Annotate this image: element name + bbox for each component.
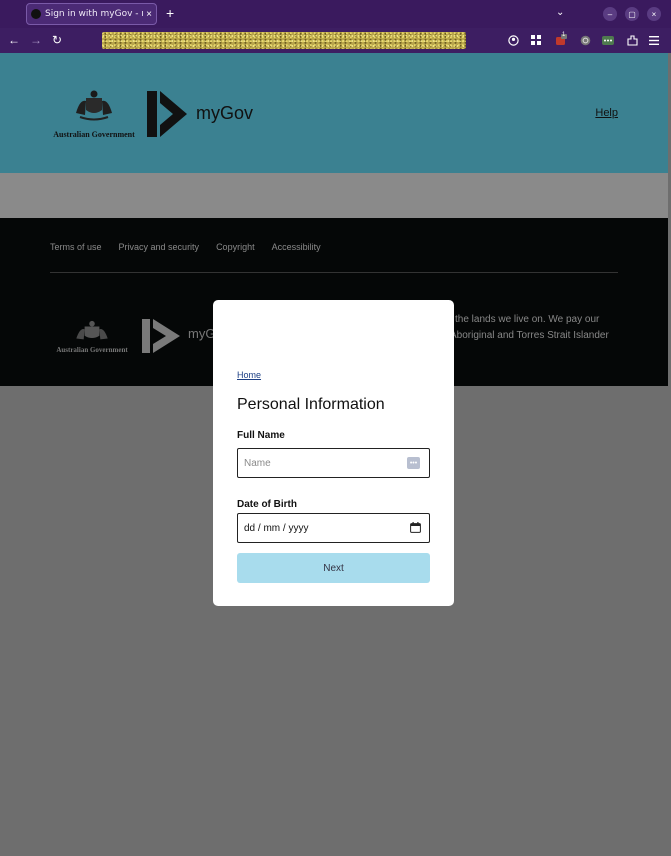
footer-brand-text: myG	[188, 326, 216, 341]
date-of-birth-input[interactable]: dd / mm / yyyy	[244, 523, 308, 534]
footer-link-terms[interactable]: Terms of use	[50, 242, 102, 252]
close-window-button[interactable]: ×	[647, 7, 661, 21]
browser-tab-active[interactable]: Sign in with myGov - myG ×	[26, 3, 157, 25]
account-icon[interactable]	[507, 34, 519, 46]
full-name-field[interactable]: •••	[237, 448, 430, 478]
grid-icon[interactable]	[530, 34, 542, 46]
tab-title: Sign in with myGov - myG	[45, 9, 143, 19]
mygov-favicon-icon	[31, 9, 41, 19]
page-title: Personal Information	[237, 396, 385, 413]
govt-name: Australian Government	[53, 130, 135, 139]
browser-titlebar: Sign in with myGov - myG × + ⌄ – ▢ ×	[0, 0, 671, 28]
minimize-button[interactable]: –	[603, 7, 617, 21]
address-bar[interactable]	[102, 32, 466, 49]
footer-link-privacy[interactable]: Privacy and security	[119, 242, 200, 252]
acknowledgement-text-line2: Aboriginal and Torres Strait Islander	[450, 330, 609, 341]
calendar-icon[interactable]	[410, 522, 421, 533]
footer-divider	[50, 272, 618, 273]
full-name-label: Full Name	[237, 430, 285, 441]
mygov-brand-text: myGov	[196, 103, 254, 123]
site-header: Australian Government myGov Help	[0, 53, 668, 173]
maximize-button[interactable]: ▢	[625, 7, 639, 21]
menu-icon[interactable]	[648, 34, 660, 46]
mygov-logo-icon[interactable]	[147, 91, 187, 137]
date-of-birth-field[interactable]: dd / mm / yyyy	[237, 513, 430, 543]
password-icon[interactable]	[602, 34, 614, 46]
puzzle-icon[interactable]	[626, 34, 638, 46]
browser-navbar: ← → ↻ 1	[0, 28, 671, 53]
shield-icon[interactable]	[579, 34, 591, 46]
footer-links: Terms of use Privacy and security Copyri…	[50, 242, 321, 252]
australian-government-logo[interactable]: Australian Government	[50, 89, 138, 139]
help-link[interactable]: Help	[595, 107, 618, 119]
footer-government-logo: Australian Government	[52, 320, 132, 354]
date-of-birth-label: Date of Birth	[237, 499, 297, 510]
back-button[interactable]: ←	[8, 33, 20, 47]
tab-close-icon[interactable]: ×	[146, 9, 152, 20]
breadcrumb-home-link[interactable]: Home	[237, 370, 261, 380]
forward-button[interactable]: →	[30, 33, 42, 47]
extension-badge-count: 1	[562, 32, 566, 38]
list-tabs-chevron-down-icon[interactable]: ⌄	[556, 7, 564, 18]
footer-coat-of-arms-icon	[76, 320, 108, 340]
coat-of-arms-icon	[76, 90, 112, 121]
next-button[interactable]: Next	[237, 553, 430, 583]
footer-govt-name: Australian Government	[56, 346, 128, 354]
reload-button[interactable]: ↻	[52, 33, 62, 47]
personal-information-dialog: Home Personal Information Full Name ••• …	[213, 300, 454, 606]
acknowledgement-text-line1: the lands we live on. We pay our	[455, 314, 600, 325]
footer-mygov-logo-icon	[142, 319, 180, 353]
new-tab-button[interactable]: +	[166, 6, 174, 20]
content-band	[0, 173, 668, 218]
footer-link-copyright[interactable]: Copyright	[216, 242, 255, 252]
password-manager-icon[interactable]: •••	[407, 457, 420, 469]
extension-badge-icon[interactable]: 1	[555, 32, 567, 46]
full-name-input[interactable]	[244, 457, 394, 469]
footer-link-accessibility[interactable]: Accessibility	[272, 242, 321, 252]
